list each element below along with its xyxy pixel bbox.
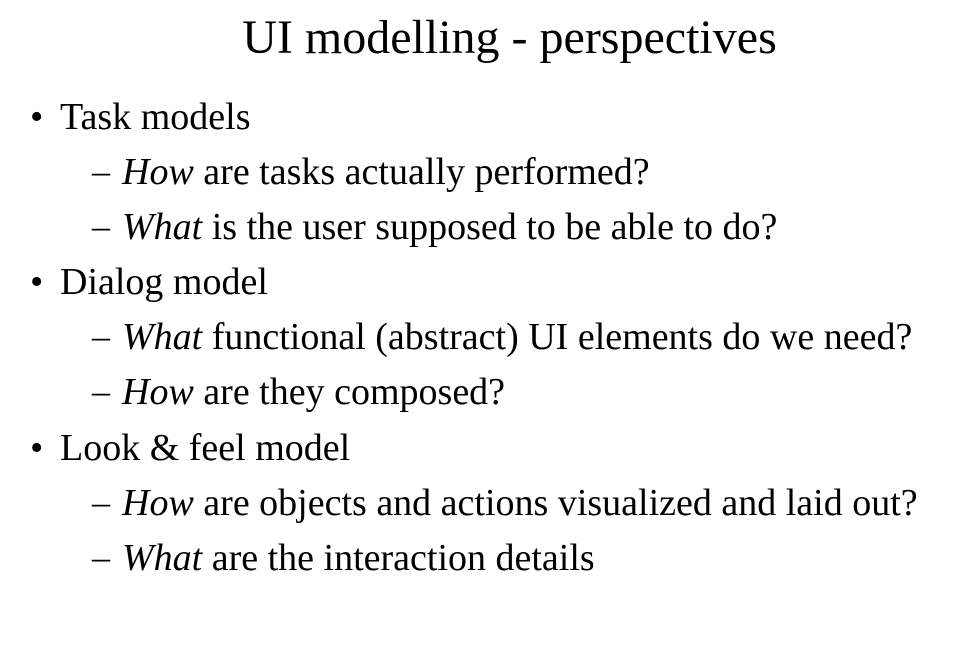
bullet-dialog-model: Dialog model What functional (abstract) … [30, 255, 929, 420]
dash-item-text: are tasks actually performed? [194, 151, 650, 193]
dash-item: What are the interaction details [60, 531, 929, 586]
dash-item: How are objects and actions visualized a… [60, 476, 929, 531]
dash-item-text: are the interaction details [202, 537, 595, 579]
dash-item-italic: How [122, 371, 194, 413]
dash-item: What functional (abstract) UI elements d… [60, 310, 929, 365]
dash-item: What is the user supposed to be able to … [60, 200, 929, 255]
dash-item-italic: How [122, 151, 194, 193]
main-bullet-list: Task models How are tasks actually perfo… [30, 90, 929, 586]
dash-item: How are tasks actually performed? [60, 145, 929, 200]
bullet-look-feel-model: Look & feel model How are objects and ac… [30, 421, 929, 586]
bullet-heading: Dialog model [60, 261, 268, 303]
dash-item-italic: What [122, 316, 202, 358]
dash-item-text: functional (abstract) UI elements do we … [202, 316, 912, 358]
dialog-model-sublist: What functional (abstract) UI elements d… [60, 310, 929, 420]
bullet-task-models: Task models How are tasks actually perfo… [30, 90, 929, 255]
dash-item-text: is the user supposed to be able to do? [202, 206, 777, 248]
bullet-heading: Look & feel model [60, 427, 350, 469]
dash-item-italic: How [122, 482, 194, 524]
dash-item-italic: What [122, 537, 202, 579]
slide-title: UI modelling - perspectives [30, 10, 929, 65]
dash-item-italic: What [122, 206, 202, 248]
dash-item: How are they composed? [60, 365, 929, 420]
task-models-sublist: How are tasks actually performed? What i… [60, 145, 929, 255]
dash-item-text: are they composed? [194, 371, 505, 413]
dash-item-text: are objects and actions visualized and l… [194, 482, 918, 524]
look-feel-sublist: How are objects and actions visualized a… [60, 476, 929, 586]
bullet-heading: Task models [60, 96, 250, 138]
